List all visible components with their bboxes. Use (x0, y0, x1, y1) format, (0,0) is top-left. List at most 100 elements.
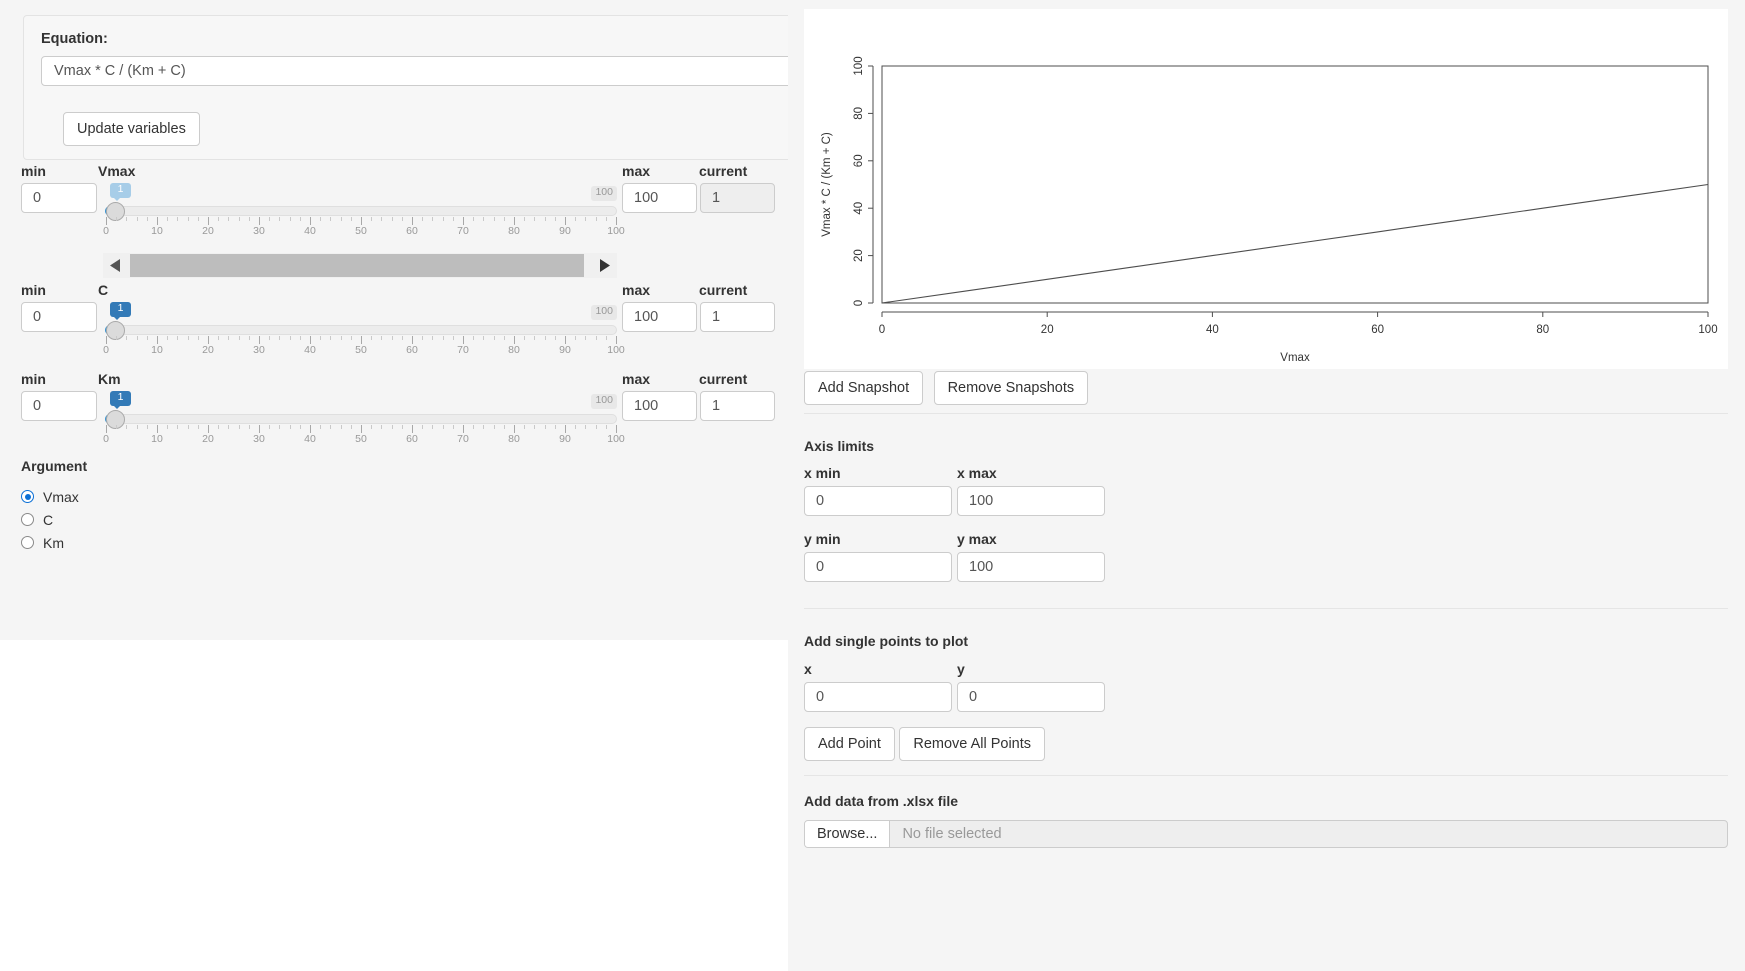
plot-card: 0 20 40 60 80 100 0 20 40 60 80 100 Vmax Vmax * C / (… (804, 9, 1728, 369)
x-max-input[interactable] (957, 486, 1105, 516)
slider-ticks-c (105, 336, 617, 344)
slider-tooltip-km: 1 (110, 391, 131, 409)
divider-axis-limits (804, 413, 1728, 414)
radio-dot-c[interactable] (21, 513, 34, 526)
radio-label-c: C (43, 511, 54, 528)
update-variables-button[interactable]: Update variables (63, 112, 200, 147)
left-control-panel: Equation: Update variables min Vmax max … (0, 0, 875, 640)
max-input-km[interactable] (622, 391, 697, 421)
svg-text:20: 20 (853, 249, 865, 262)
scroll-right-arrow-icon[interactable] (591, 253, 617, 278)
radio-option-km[interactable]: Km (21, 531, 87, 554)
point-action-buttons: Add Point Remove All Points (804, 727, 1046, 762)
slider-tick-labels-c: 0 10 20 30 40 50 60 70 80 90 100 (103, 344, 625, 356)
svg-text:Vmax: Vmax (1280, 352, 1310, 364)
max-header-vmax: max (622, 163, 651, 179)
divider-file-upload (804, 775, 1728, 776)
svg-text:40: 40 (1206, 324, 1219, 336)
add-point-button[interactable]: Add Point (804, 727, 895, 762)
svg-text:Vmax * C / (Km + C): Vmax * C / (Km + C) (821, 132, 833, 237)
y-max-input[interactable] (957, 552, 1105, 582)
y-max-label: y max (957, 531, 997, 547)
slider-track-km[interactable] (105, 414, 617, 424)
point-x-input[interactable] (804, 682, 952, 712)
x-min-input[interactable] (804, 486, 952, 516)
right-output-panel: 0 20 40 60 80 100 0 20 40 60 80 100 Vmax Vmax * C / (… (788, 0, 1745, 971)
radio-option-c[interactable]: C (21, 508, 87, 531)
min-input-km[interactable] (21, 391, 97, 421)
variable-name-vmax: Vmax (98, 163, 136, 179)
slider-limit-badge-vmax: 100 (591, 186, 617, 201)
slider-limit-badge-km: 100 (591, 394, 617, 409)
min-header-c: min (21, 282, 46, 298)
axis-limits-title: Axis limits (804, 438, 875, 454)
argument-selector: Argument Vmax C Km (21, 458, 87, 554)
slider-km[interactable]: 100 1 0 10 20 30 40 50 60 70 80 90 100 (103, 391, 625, 445)
max-input-c[interactable] (622, 302, 697, 332)
add-snapshot-button[interactable]: Add Snapshot (804, 371, 924, 406)
svg-text:80: 80 (1536, 324, 1549, 336)
current-input-vmax[interactable] (700, 183, 775, 213)
svg-text:60: 60 (853, 154, 865, 167)
add-points-title: Add single points to plot (804, 633, 969, 649)
shiny-app-window: Equation: Update variables min Vmax max … (0, 0, 1745, 971)
radio-dot-km[interactable] (21, 536, 34, 549)
slider-ticks-vmax (105, 217, 617, 225)
y-min-input[interactable] (804, 552, 952, 582)
radio-dot-vmax[interactable] (21, 490, 34, 503)
variable-name-c: C (98, 282, 109, 298)
slider-c[interactable]: 100 1 0 10 20 30 40 50 60 70 80 90 100 (103, 302, 625, 356)
slider-tick-labels-vmax: 0 10 20 30 40 50 60 70 80 90 100 (103, 225, 625, 237)
slider-tooltip-c: 1 (110, 302, 131, 320)
file-status-text: No file selected (902, 826, 1002, 842)
svg-text:0: 0 (879, 324, 885, 336)
max-header-c: max (622, 282, 651, 298)
radio-label-km: Km (43, 534, 64, 551)
max-header-km: max (622, 371, 651, 387)
min-input-vmax[interactable] (21, 183, 97, 213)
svg-text:60: 60 (1371, 324, 1384, 336)
file-upload-title: Add data from .xlsx file (804, 793, 959, 809)
equation-panel: Equation: Update variables (23, 15, 851, 160)
slider-vmax[interactable]: 100 1 0 10 20 30 40 50 60 70 80 90 100 (103, 183, 625, 237)
slider-limit-badge-c: 100 (591, 305, 617, 320)
divider-add-points (804, 608, 1728, 609)
min-input-c[interactable] (21, 302, 97, 332)
browse-button[interactable]: Browse... (805, 821, 891, 847)
scrollbar-thumb[interactable] (130, 254, 584, 277)
radio-label-vmax: Vmax (43, 488, 79, 505)
slider-track-vmax[interactable] (105, 206, 617, 216)
x-max-label: x max (957, 465, 997, 481)
max-input-vmax[interactable] (622, 183, 697, 213)
slider-ticks-km (105, 425, 617, 433)
svg-text:80: 80 (853, 107, 865, 120)
min-header-km: min (21, 371, 46, 387)
argument-title: Argument (21, 458, 88, 474)
y-min-label: y min (804, 531, 841, 547)
variable-name-km: Km (98, 371, 121, 387)
equation-plot[interactable]: 0 20 40 60 80 100 0 20 40 60 80 100 Vmax Vmax * C / (… (804, 9, 1728, 369)
scroll-left-arrow-icon[interactable] (103, 253, 129, 278)
equation-input[interactable] (41, 56, 834, 86)
svg-text:40: 40 (853, 202, 865, 215)
svg-text:100: 100 (853, 56, 865, 75)
snapshot-buttons: Add Snapshot Remove Snapshots (804, 371, 1094, 406)
file-input[interactable]: Browse... No file selected (804, 820, 1728, 848)
slider-tick-labels-km: 0 10 20 30 40 50 60 70 80 90 100 (103, 433, 625, 445)
min-header-vmax: min (21, 163, 46, 179)
slider-tooltip-vmax: 1 (110, 183, 131, 201)
x-min-label: x min (804, 465, 841, 481)
current-input-c[interactable] (700, 302, 775, 332)
current-header-vmax: current (699, 163, 748, 179)
remove-snapshots-button[interactable]: Remove Snapshots (933, 371, 1089, 406)
current-header-c: current (699, 282, 748, 298)
horizontal-scrollbar[interactable] (103, 253, 617, 278)
point-x-label: x (804, 661, 812, 677)
current-header-km: current (699, 371, 748, 387)
radio-option-vmax[interactable]: Vmax (21, 485, 87, 508)
current-input-km[interactable] (700, 391, 775, 421)
svg-text:100: 100 (1698, 324, 1717, 336)
slider-track-c[interactable] (105, 325, 617, 335)
point-y-input[interactable] (957, 682, 1105, 712)
remove-all-points-button[interactable]: Remove All Points (899, 727, 1046, 762)
